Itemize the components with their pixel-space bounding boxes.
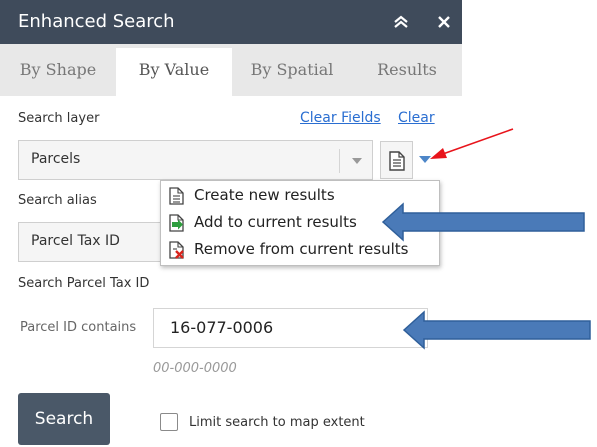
search-heading: Search Parcel Tax ID [18,276,150,291]
close-icon [438,16,450,28]
search-layer-select[interactable]: Parcels [18,140,373,180]
clear-fields-link[interactable]: Clear Fields [300,110,381,126]
close-button[interactable] [432,9,456,33]
enhanced-search-panel: Enhanced Search By Shape By Value By Spa… [0,0,462,447]
limit-extent-checkbox[interactable] [160,413,178,431]
limit-extent-label: Limit search to map extent [189,415,365,430]
title-bar: Enhanced Search [0,0,462,44]
tab-by-shape[interactable]: By Shape [0,44,116,96]
menu-item-label: Add to current results [194,213,357,231]
search-button[interactable]: Search [18,393,110,445]
search-layer-value: Parcels [31,151,81,167]
results-mode-menu: Create new results Add to current result… [160,180,440,266]
menu-item-create-new-results[interactable]: Create new results [165,184,437,208]
tab-bar: By Shape By Value By Spatial Results [0,44,462,96]
tab-results[interactable]: Results [352,44,462,96]
menu-item-label: Remove from current results [194,240,409,258]
results-mode-dropdown-icon[interactable] [419,156,431,163]
double-chevron-up-icon [394,15,408,28]
document-icon [389,151,405,171]
parcel-id-input[interactable]: 16-077-0006 [153,308,428,348]
document-icon [169,187,184,205]
add-document-icon [169,214,184,232]
remove-document-icon [169,241,184,259]
search-layer-label: Search layer [18,111,100,126]
menu-item-remove-from-current-results[interactable]: Remove from current results [165,238,437,262]
search-alias-value: Parcel Tax ID [31,233,120,249]
parcel-id-label: Parcel ID contains [20,320,137,335]
clear-link[interactable]: Clear [398,110,435,126]
parcel-id-value: 16-077-0006 [170,318,274,337]
search-alias-label: Search alias [18,193,97,208]
chevron-down-icon [352,158,362,164]
menu-item-label: Create new results [194,186,335,204]
menu-item-add-to-current-results[interactable]: Add to current results [165,211,437,235]
search-alias-select[interactable]: Parcel Tax ID [18,222,168,262]
tab-by-value[interactable]: By Value [116,48,232,96]
panel-title: Enhanced Search [18,11,175,32]
parcel-id-hint: 00-000-0000 [153,361,237,376]
results-mode-button[interactable] [380,141,413,179]
collapse-button[interactable] [389,9,413,33]
tab-by-spatial[interactable]: By Spatial [232,44,352,96]
